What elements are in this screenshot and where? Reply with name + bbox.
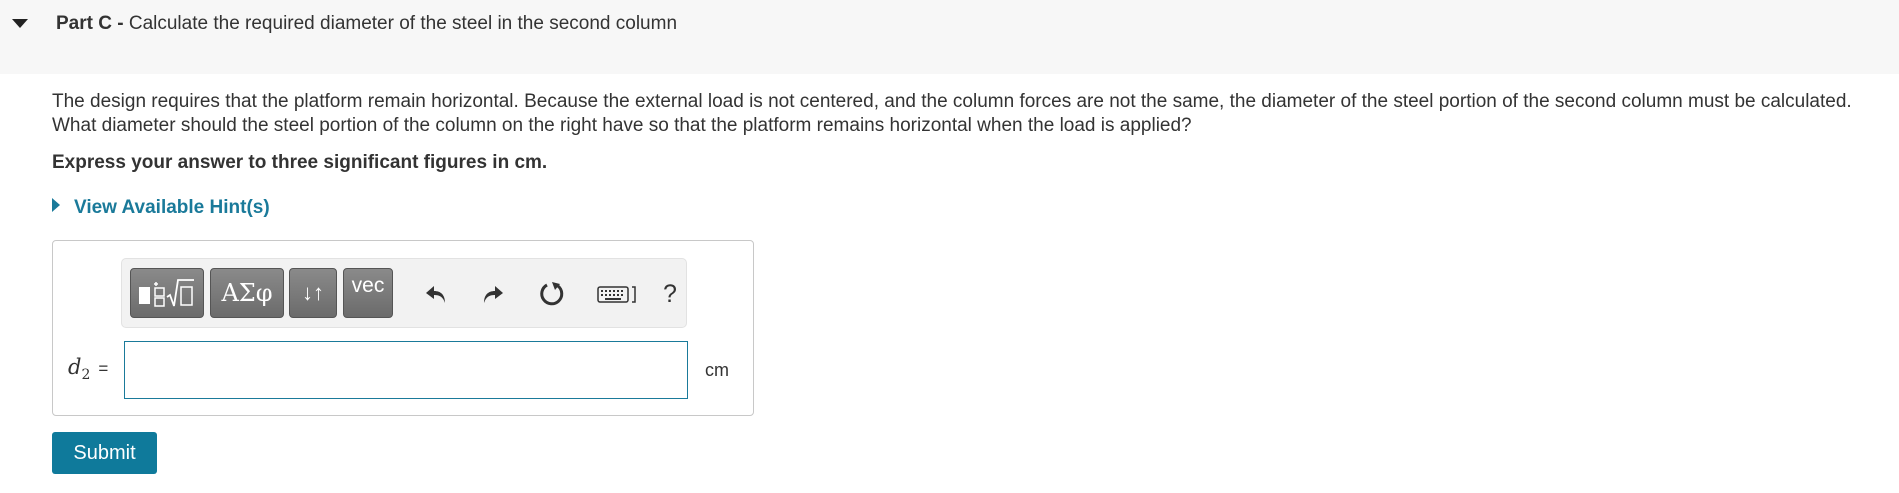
greek-letters-icon: ΑΣφ — [221, 279, 273, 307]
undo-button[interactable] — [418, 279, 454, 309]
subscript-superscript-icon: ↓↑ — [302, 280, 324, 305]
part-header[interactable]: Part C - Calculate the required diameter… — [0, 0, 1899, 74]
description-line-1: The design requires that the platform re… — [52, 91, 1852, 112]
part-label: Part C - — [56, 13, 124, 34]
variable-symbol: d — [68, 355, 82, 379]
help-button[interactable]: ? — [652, 279, 688, 309]
answer-instruction: Express your answer to three significant… — [52, 152, 548, 173]
hints-label: View Available Hint(s) — [74, 197, 270, 218]
reset-icon — [540, 282, 564, 306]
description-line-2: What diameter should the steel portion o… — [52, 115, 1192, 136]
answer-input[interactable] — [124, 341, 688, 399]
submit-button[interactable]: Submit — [52, 432, 157, 474]
problem-description: The design requires that the platform re… — [52, 90, 1899, 138]
redo-button[interactable] — [475, 279, 511, 309]
keyboard-button[interactable] — [594, 279, 644, 309]
vector-icon: vec — [351, 274, 385, 297]
undo-icon — [426, 286, 445, 303]
view-hints-link[interactable]: View Available Hint(s) — [52, 197, 270, 219]
help-icon: ? — [663, 279, 677, 308]
greek-letters-button[interactable]: ΑΣφ — [210, 268, 284, 318]
part-title: Part C - Calculate the required diameter… — [56, 13, 677, 35]
keyboard-icon — [597, 286, 636, 303]
math-toolbar: ΑΣφ ↓↑ vec ? — [121, 258, 687, 328]
part-title-text: Calculate the required diameter of the s… — [128, 13, 678, 34]
subscript-superscript-button[interactable]: ↓↑ — [289, 268, 337, 318]
collapse-caret-icon[interactable] — [12, 19, 28, 28]
templates-icon — [139, 279, 194, 307]
vector-button[interactable]: vec — [343, 268, 393, 318]
answer-unit: cm — [705, 360, 729, 380]
answer-variable-label: d2 = — [68, 355, 108, 383]
reset-button[interactable] — [534, 279, 570, 309]
equals-sign: = — [98, 359, 109, 378]
answer-panel: ΑΣφ ↓↑ vec ? d2 = cm — [52, 240, 754, 416]
variable-subscript: 2 — [81, 367, 91, 384]
redo-icon — [484, 286, 503, 303]
templates-button[interactable] — [130, 268, 204, 318]
expand-triangle-icon — [52, 198, 60, 212]
